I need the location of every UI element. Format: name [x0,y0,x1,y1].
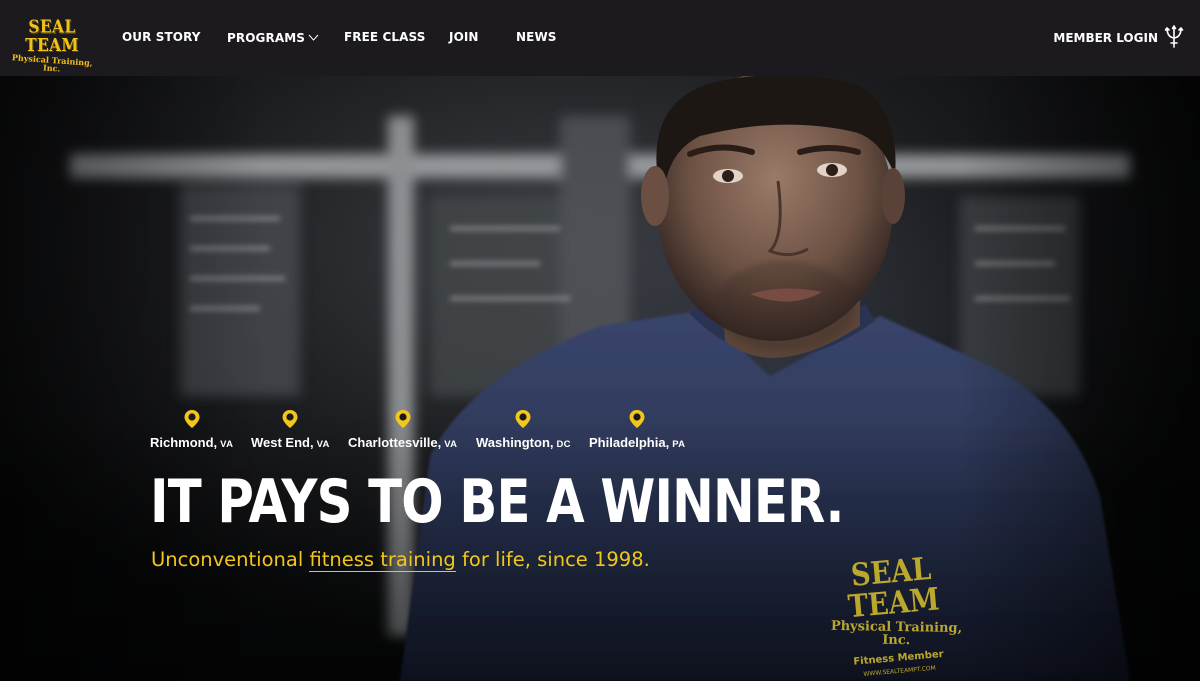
nav-item-join[interactable]: JOIN [449,30,479,44]
location-state: PA [672,439,686,450]
location-city: Washington, [476,435,554,450]
shirt-logo: SEAL TEAM Physical Training, Inc. Fitnes… [815,551,974,681]
location-list: Richmond, VA West End, VA Charlottesville,… [150,409,750,457]
tagline-text-before: Unconventional [151,548,310,571]
location-city: Richmond, [150,435,218,450]
member-login-link[interactable]: MEMBER LOGIN [1053,24,1184,51]
location-state: VA [220,439,234,450]
hero-tagline: Unconventional fitness training for life… [151,548,650,572]
map-pin-icon [515,410,531,428]
location-city: Philadelphia, [589,435,670,450]
member-login-label: MEMBER LOGIN [1053,30,1158,45]
location-west-end[interactable]: West End, VA [251,409,330,450]
nav-item-label: PROGRAMS [227,31,305,45]
shirt-logo-subtitle: Physical Training, Inc. [830,618,963,649]
location-city: Charlottesville, [348,435,442,450]
location-state: VA [316,439,330,450]
map-pin-icon [395,410,411,428]
nav-item-label: OUR STORY [122,30,201,44]
location-richmond[interactable]: Richmond, VA [150,409,233,450]
hero-section: SEAL TEAM Physical Training, Inc. Fitnes… [0,76,1200,681]
map-pin-icon [282,410,298,428]
location-philadelphia[interactable]: Philadelphia, PA [589,409,685,450]
location-charlottesville[interactable]: Charlottesville, VA [348,409,457,450]
nav-item-label: JOIN [449,30,479,44]
location-state: DC [556,439,571,450]
location-washington[interactable]: Washington, DC [476,409,571,450]
shirt-logo-title: SEAL TEAM [846,551,941,626]
fitness-training-link[interactable]: fitness training [309,548,456,572]
nav-item-label: FREE CLASS [344,30,426,44]
nav-item-label: NEWS [516,30,557,44]
hero-vignette [0,76,1200,681]
nav-item-news[interactable]: NEWS [516,30,557,44]
nav-item-programs[interactable]: PROGRAMS [227,30,319,45]
nav-item-free-class[interactable]: FREE CLASS [344,30,426,44]
location-city: West End, [251,435,314,450]
chevron-down-icon [308,30,319,44]
tagline-text-after: for life, since 1998. [455,548,650,571]
top-navbar: SEAL TEAM Physical Training, Inc. OUR ST… [0,0,1200,76]
nav-item-our-story[interactable]: OUR STORY [122,30,201,44]
location-state: VA [444,439,458,450]
map-pin-icon [629,410,645,428]
map-pin-icon [184,410,200,428]
main-nav: OUR STORY PROGRAMS FREE CLASS JOIN NEWS [0,0,1200,76]
hero-headline: IT PAYS TO BE A WINNER. [150,467,844,537]
trident-icon [1164,24,1184,51]
